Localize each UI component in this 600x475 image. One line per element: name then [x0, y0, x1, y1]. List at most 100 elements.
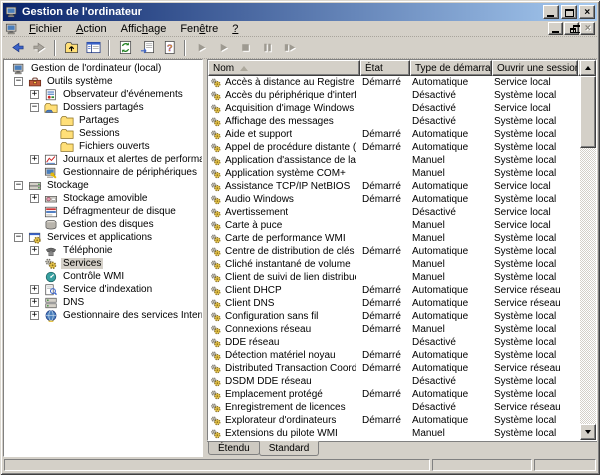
column-header-type-de-d-marrage[interactable]: Type de démarrage [410, 60, 492, 76]
service-name-cell: Accès à distance au Registre [208, 76, 360, 89]
up-one-level-button[interactable] [60, 38, 82, 58]
service-row[interactable]: DSDM DDE réseauDésactivéSystème local [208, 375, 580, 388]
service-row[interactable]: Assistance TCP/IP NetBIOSDémarréAutomati… [208, 180, 580, 193]
app-icon [5, 5, 19, 19]
tree-item-gestion-de-l-ordinateur-local[interactable]: Gestion de l'ordinateur (local) [4, 62, 202, 75]
collapse-icon[interactable]: − [14, 77, 23, 86]
tree-item-observateur-d-v-nements[interactable]: +Observateur d'événements [4, 88, 202, 101]
service-row[interactable]: Accès du périphérique d'interfac...Désac… [208, 89, 580, 102]
export-list-button[interactable] [136, 38, 158, 58]
expand-icon[interactable]: + [30, 194, 39, 203]
tree-item-outils-syst-me[interactable]: −Outils système [4, 75, 202, 88]
service-row[interactable]: Extensions du pilote WMIManuelSystème lo… [208, 427, 580, 440]
tree-item-partages[interactable]: Partages [4, 114, 202, 127]
service-row[interactable]: Audio WindowsDémarréAutomatiqueSystème l… [208, 193, 580, 206]
service-row[interactable]: Aide et supportDémarréAutomatiqueSystème… [208, 128, 580, 141]
scroll-up-button[interactable] [580, 60, 596, 76]
service-row[interactable]: Explorateur d'ordinateursDémarréAutomati… [208, 414, 580, 427]
close-button[interactable]: × [579, 5, 595, 19]
service-row[interactable]: AvertissementDésactivéService local [208, 206, 580, 219]
service-etat-cell: Démarré [360, 414, 410, 427]
tab-standard[interactable]: Standard [259, 441, 320, 456]
tree-item-dossiers-partag-s[interactable]: −Dossiers partagés [4, 101, 202, 114]
titlebar[interactable]: Gestion de l'ordinateur × [3, 3, 597, 21]
expand-icon[interactable]: + [30, 285, 39, 294]
service-row[interactable]: Client DHCPDémarréAutomatiqueService rés… [208, 284, 580, 297]
indexing-icon [44, 283, 58, 296]
service-row[interactable]: Centre de distribution de clés Ke...Déma… [208, 245, 580, 258]
service-type-cell: Automatique [410, 180, 492, 193]
expand-icon[interactable]: + [30, 298, 39, 307]
service-gear-icon [210, 298, 222, 310]
service-row[interactable]: DDE réseauDésactivéSystème local [208, 336, 580, 349]
column-header-ouvrir-une-session[interactable]: Ouvrir une session ... [492, 60, 578, 76]
tree-item-fichiers-ouverts[interactable]: Fichiers ouverts [4, 140, 202, 153]
tree-item-dns[interactable]: +DNS [4, 296, 202, 309]
expand-icon[interactable]: + [30, 246, 39, 255]
column-header-tat[interactable]: État [360, 60, 410, 76]
menu-action[interactable]: Action [69, 22, 114, 36]
service-row[interactable]: Client de suivi de lien distribuéManuelS… [208, 271, 580, 284]
service-row[interactable]: Acquisition d'image Windows (WIA)Désacti… [208, 102, 580, 115]
tree-item-service-d-indexation[interactable]: +Service d'indexation [4, 283, 202, 296]
help-button[interactable]: ? [158, 38, 180, 58]
expand-icon[interactable]: + [30, 155, 39, 164]
service-row[interactable]: Application système COM+ManuelSystème lo… [208, 167, 580, 180]
service-row[interactable]: Enregistrement de licencesDésactivéServi… [208, 401, 580, 414]
maximize-button[interactable] [561, 5, 577, 19]
service-type-cell: Désactivé [410, 336, 492, 349]
expand-icon[interactable]: + [30, 90, 39, 99]
tree-item-journaux-et-alertes-de-performance[interactable]: +Journaux et alertes de performance [4, 153, 202, 166]
back-button[interactable] [6, 38, 28, 58]
tree-item-t-l-phonie[interactable]: +Téléphonie [4, 244, 202, 257]
menu-fichier[interactable]: Fichier [22, 22, 69, 36]
tree-item-sessions[interactable]: Sessions [4, 127, 202, 140]
service-row[interactable]: Distributed Transaction Coordina...Démar… [208, 362, 580, 375]
service-row[interactable]: Carte à puceManuelService local [208, 219, 580, 232]
service-type-cell: Automatique [410, 193, 492, 206]
service-row[interactable]: Affichage des messagesDésactivéSystème l… [208, 115, 580, 128]
menu-fen-tre[interactable]: Fenêtre [173, 22, 225, 36]
collapse-icon[interactable]: − [14, 181, 23, 190]
tree-item-d-fragmenteur-de-disque[interactable]: Défragmenteur de disque [4, 205, 202, 218]
service-gear-icon [210, 324, 222, 336]
vertical-scrollbar[interactable] [580, 60, 596, 440]
tree-item-services-et-applications[interactable]: −Services et applications [4, 231, 202, 244]
service-type-cell: Automatique [410, 141, 492, 154]
service-row[interactable]: Application d'assistance de la Co...Manu… [208, 154, 580, 167]
show-hide-console-tree-button[interactable] [82, 38, 104, 58]
menu-help[interactable]: ? [225, 22, 245, 36]
scrollbar-thumb[interactable] [580, 76, 596, 148]
tree-item-stockage-amovible[interactable]: +Stockage amovible [4, 192, 202, 205]
service-row[interactable]: Configuration sans filDémarréAutomatique… [208, 310, 580, 323]
tree-item-gestion-des-disques[interactable]: Gestion des disques [4, 218, 202, 231]
service-row[interactable]: Accès à distance au RegistreDémarréAutom… [208, 76, 580, 89]
tree-item-stockage[interactable]: −Stockage [4, 179, 202, 192]
expand-icon[interactable]: + [30, 311, 39, 320]
child-minimize-button[interactable] [548, 22, 563, 35]
minimize-button[interactable] [543, 5, 559, 19]
service-row[interactable]: Emplacement protégéDémarréAutomatiqueSys… [208, 388, 580, 401]
refresh-button[interactable] [114, 38, 136, 58]
service-row[interactable]: Carte de performance WMIManuelSystème lo… [208, 232, 580, 245]
up-folder-icon [64, 40, 79, 55]
tree-item-gestionnaire-de-p-riph-riques[interactable]: Gestionnaire de périphériques [4, 166, 202, 179]
child-restore-button[interactable] [564, 22, 579, 35]
service-row[interactable]: Détection matériel noyauDémarréAutomatiq… [208, 349, 580, 362]
tree-item-services[interactable]: Services [4, 257, 202, 270]
tree-item-gestionnaire-des-services-internet-iis[interactable]: +Gestionnaire des services Internet (IIS… [4, 309, 202, 322]
tab-tendu[interactable]: Étendu [208, 442, 260, 455]
collapse-icon[interactable]: − [14, 233, 23, 242]
service-row[interactable]: Client DNSDémarréAutomatiqueService rése… [208, 297, 580, 310]
service-row[interactable]: Appel de procédure distante (RPC)Démarré… [208, 141, 580, 154]
service-row[interactable]: Cliché instantané de volumeManuelSystème… [208, 258, 580, 271]
menu-affichage[interactable]: Affichage [114, 22, 174, 36]
service-gear-icon [210, 129, 222, 141]
scroll-down-button[interactable] [580, 424, 596, 440]
service-session-cell: Système local [492, 375, 578, 388]
service-row[interactable]: Connexions réseauDémarréManuelSystème lo… [208, 323, 580, 336]
tree-item-contr-le-wmi[interactable]: Contrôle WMI [4, 270, 202, 283]
service-gear-icon [210, 389, 222, 401]
collapse-icon[interactable]: − [30, 103, 39, 112]
column-header-nom[interactable]: Nom [208, 60, 360, 76]
